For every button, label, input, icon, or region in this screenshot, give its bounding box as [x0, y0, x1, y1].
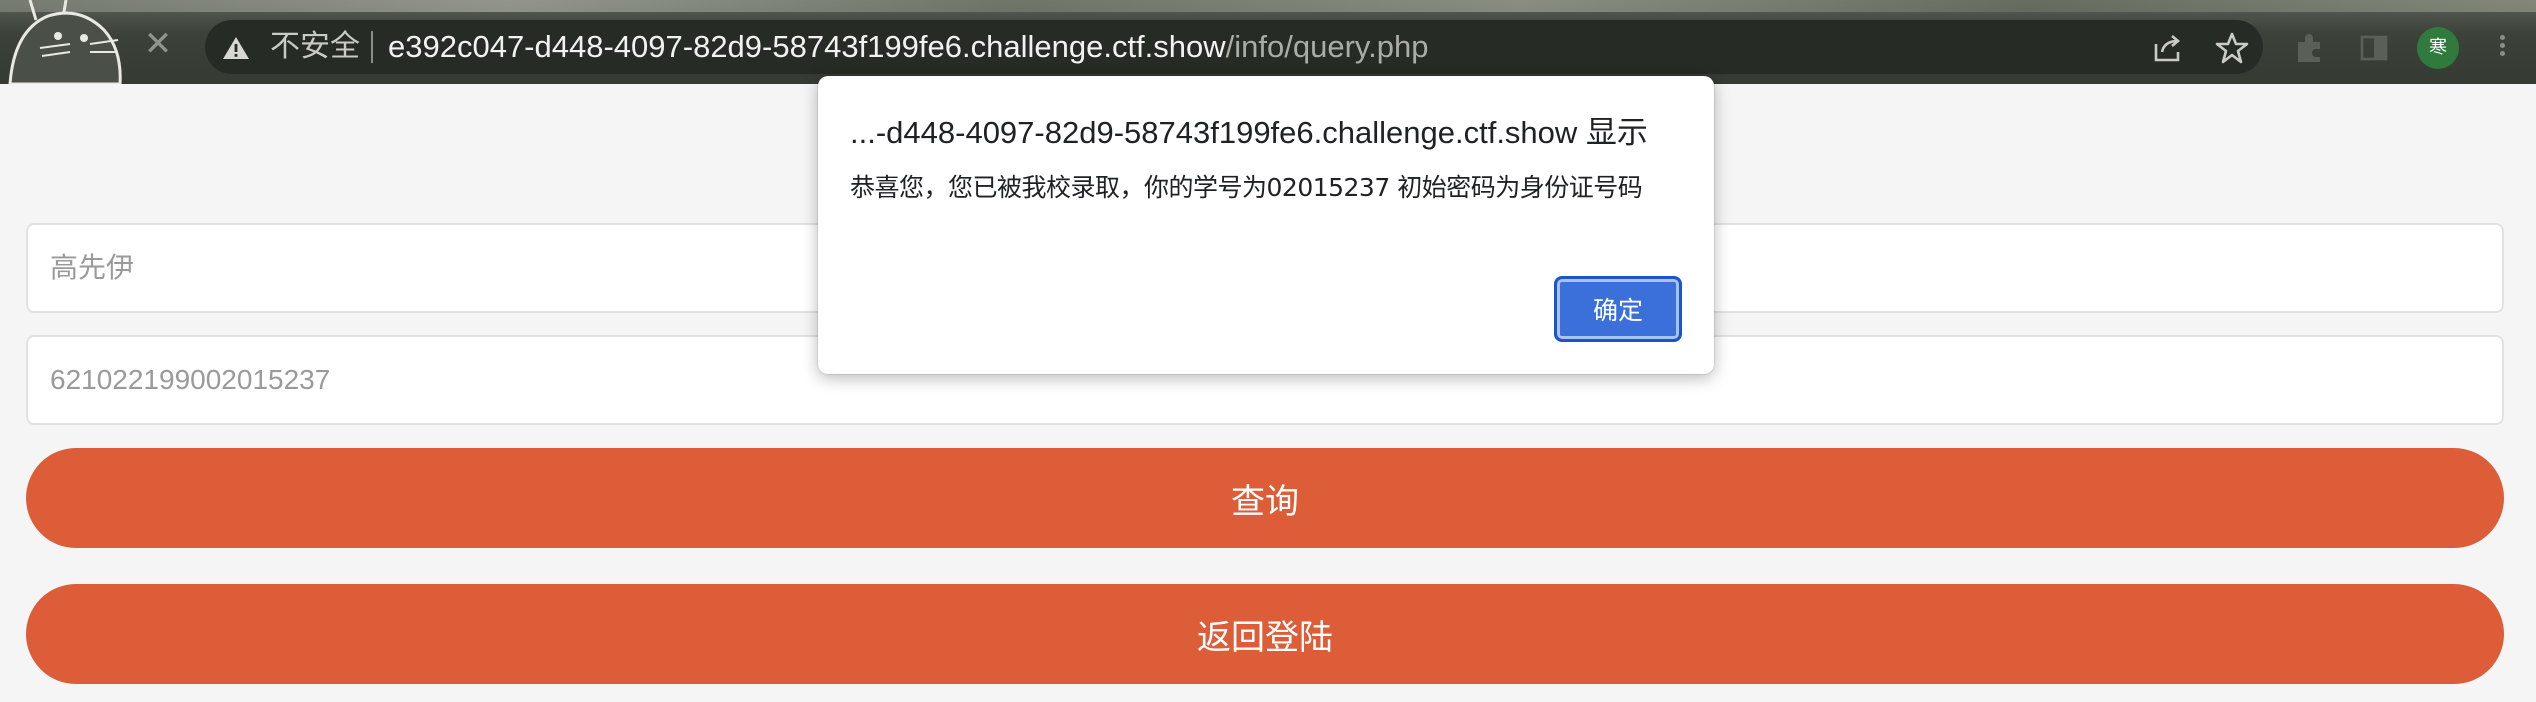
bookmark-star-icon[interactable] — [2214, 30, 2250, 66]
side-panel-icon[interactable] — [2356, 30, 2392, 66]
query-button[interactable]: 查询 — [26, 448, 2504, 548]
dialog-title: ...-d448-4097-82d9-58743f199fe6.challeng… — [850, 115, 1648, 150]
url-path: /info/query.php — [1225, 29, 1429, 64]
url-text[interactable]: e392c047-d448-4097-82d9-58743f199fe6.cha… — [388, 26, 1428, 68]
warning-icon[interactable] — [222, 36, 250, 60]
theme-background — [0, 0, 2536, 12]
url-host: e392c047-d448-4097-82d9-58743f199fe6.cha… — [388, 29, 1226, 64]
alert-dialog: ...-d448-4097-82d9-58743f199fe6.challeng… — [818, 76, 1714, 374]
extensions-icon[interactable] — [2292, 30, 2328, 66]
address-divider — [371, 31, 373, 63]
totoro-theme-icon — [8, 0, 122, 84]
close-tab-icon[interactable]: ✕ — [140, 26, 176, 62]
confirm-button[interactable]: 确定 — [1554, 276, 1682, 342]
profile-avatar[interactable]: 寒 — [2417, 27, 2459, 69]
dialog-message: 恭喜您，您已被我校录取，你的学号为02015237 初始密码为身份证号码 — [850, 173, 1643, 202]
browser-toolbar: ✕ 不安全 e392c047-d448-4097-82d9-58743f199f… — [0, 0, 2536, 84]
security-status-label[interactable]: 不安全 — [270, 27, 360, 67]
back-to-login-button[interactable]: 返回登陆 — [26, 584, 2504, 684]
share-icon[interactable] — [2150, 30, 2186, 66]
more-menu-icon[interactable] — [2494, 32, 2510, 64]
